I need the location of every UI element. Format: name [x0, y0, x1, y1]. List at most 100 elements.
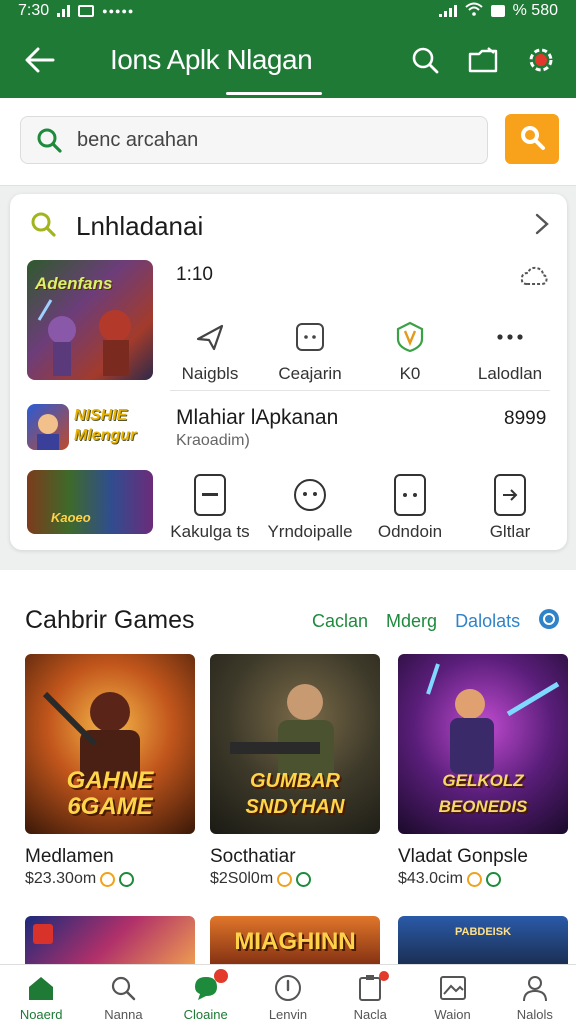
card-title: Lnhladanai: [76, 210, 204, 241]
quick-action-7[interactable]: Odndoin: [360, 474, 460, 542]
clipboard-icon: [357, 971, 390, 1003]
quick-action-label: Naigbls: [181, 364, 239, 383]
wifi-icon: [464, 2, 483, 21]
quick-action-2[interactable]: Ceajarin: [260, 316, 360, 384]
search-icon: [110, 973, 136, 1003]
folder-share-icon[interactable]: [462, 39, 504, 81]
game-art: GELKOLZ BEONEDIS: [398, 654, 568, 834]
game-price: $23.30om: [25, 870, 97, 887]
game-price: $43.0cim: [398, 870, 463, 887]
quick-action-label: Ceajarin: [278, 364, 342, 383]
tab-indicator: [226, 92, 322, 95]
game-art: GUMBAR SNDYHAN: [210, 654, 380, 834]
game-art: GAHNE 6GAME: [25, 654, 195, 834]
nav-item-clipboard[interactable]: Nacla: [329, 965, 411, 1024]
search-icon[interactable]: [404, 39, 446, 81]
back-arrow-icon[interactable]: [14, 34, 66, 86]
search-row: benc arcahan: [0, 98, 576, 186]
results-card: Lnhladanai Adenfans 1:10 Naigbls Ceajari…: [10, 194, 567, 550]
game-card-peek[interactable]: [25, 916, 195, 970]
game-card[interactable]: GELKOLZ BEONEDIS Vladat Gonpsle $43.0cim: [398, 654, 568, 888]
app-name[interactable]: Mlahiar lApkanan: [176, 406, 338, 430]
search-icon: [30, 211, 56, 242]
coin-icon: [100, 871, 116, 887]
game-peek-title: MIAGHINN: [234, 928, 356, 955]
game-art-title: GAHNE 6GAME: [66, 767, 154, 820]
status-carrier: ●●●●●: [102, 6, 135, 16]
section-link[interactable]: Dalolats: [455, 611, 520, 632]
game-price-row: $43.0cim: [398, 870, 568, 888]
rating-value: 1:10: [176, 264, 213, 285]
notification-icon: [78, 5, 95, 17]
nav-label: Nacla: [353, 1007, 387, 1022]
game-card[interactable]: GUMBAR SNDYHAN Socthatiar $2S0l0m: [210, 654, 380, 888]
nav-item-compass[interactable]: Lenvin: [247, 965, 329, 1024]
quick-action-label: K0: [399, 364, 421, 383]
nav-item-chat[interactable]: Cloaine: [165, 965, 247, 1024]
signal-icon: [57, 5, 71, 17]
section-title: Cahbrir Games: [25, 606, 195, 634]
search-button[interactable]: [505, 114, 559, 164]
quick-action-more[interactable]: Lalodlan: [460, 316, 560, 384]
nav-label: Nanna: [104, 1007, 143, 1022]
game-art-title: GUMBAR SNDYHAN: [245, 770, 345, 818]
minus-box-icon: [194, 474, 226, 516]
status-bar: 7:30 ●●●●● % 580: [0, 0, 576, 22]
quick-action-label: Yrndoipalle: [267, 522, 353, 541]
nav-label: Cloaine: [183, 1007, 228, 1022]
coin-icon: [485, 871, 501, 887]
compass-icon: [274, 973, 302, 1003]
coin-icon: [466, 871, 482, 887]
app-icon[interactable]: [27, 404, 69, 450]
app-tile-text: NISHIE Mlengur: [74, 407, 137, 444]
nav-label: Lenvin: [268, 1007, 308, 1022]
quick-action-6[interactable]: Yrndoipalle: [260, 474, 360, 542]
nav-item-home[interactable]: Noaerd: [0, 965, 82, 1024]
card-header[interactable]: Lnhladanai: [30, 208, 550, 244]
chevron-right-icon[interactable]: [534, 212, 550, 241]
person-icon: [522, 973, 548, 1003]
quick-action-3[interactable]: K0: [360, 316, 460, 384]
section-link[interactable]: Caclan: [312, 611, 368, 632]
game-name: Socthatiar: [210, 846, 296, 867]
game-card-peek[interactable]: MIAGHINN: [210, 916, 380, 970]
bottom-navigation: Noaerd Nanna Cloaine Lenvin Nacla Waion: [0, 964, 576, 1024]
share-icon: [194, 316, 226, 358]
quick-action-8[interactable]: Gltlar: [460, 474, 560, 542]
dots-box-icon: [295, 316, 325, 358]
app-thumbnail[interactable]: Adenfans: [27, 260, 153, 380]
quick-action-label: Lalodlan: [477, 364, 543, 383]
coin-icon: [277, 871, 293, 887]
search-input[interactable]: benc arcahan: [20, 116, 488, 164]
game-card[interactable]: GAHNE 6GAME Medlamen $23.30om: [25, 654, 195, 888]
game-art-title: GELKOLZ BEONEDIS: [438, 771, 528, 816]
section-link[interactable]: Mderg: [386, 611, 437, 632]
home-icon: [27, 973, 55, 1003]
app-thumbnail[interactable]: Kaoeo: [27, 470, 153, 534]
notification-badge: [213, 969, 228, 983]
info-icon[interactable]: [538, 608, 560, 635]
nav-item-profile[interactable]: Nalols: [494, 965, 576, 1024]
arrow-box-icon: [494, 474, 526, 516]
app-bar: Ions Aplk Nlagan: [0, 22, 576, 98]
quick-action-label: Odndoin: [377, 522, 443, 541]
settings-gear-icon[interactable]: [520, 39, 562, 81]
badge-shield-icon: [395, 316, 425, 358]
nav-item-image[interactable]: Waion: [411, 965, 493, 1024]
game-name: Vladat Gonpsle: [398, 846, 528, 867]
status-time: 7:30: [18, 2, 50, 19]
nav-item-search[interactable]: Nanna: [82, 965, 164, 1024]
cell-signal-icon: [438, 5, 457, 17]
cloud-download-icon[interactable]: [519, 264, 549, 293]
quick-actions-row: Kakulga ts Yrndoipalle Odndoin Gltlar: [160, 474, 560, 542]
quick-action-5[interactable]: Kakulga ts: [160, 474, 260, 542]
app-subtitle: Kraoadim): [176, 432, 250, 449]
quick-action-share[interactable]: Naigbls: [160, 316, 260, 384]
more-horizontal-icon: [495, 316, 525, 358]
nav-label: Noaerd: [19, 1007, 63, 1022]
game-card-peek[interactable]: PABDEISK: [398, 916, 568, 970]
battery-icon: [490, 5, 505, 17]
chat-icon: [192, 969, 228, 1003]
search-icon: [35, 126, 63, 154]
coin-icon: [296, 871, 312, 887]
